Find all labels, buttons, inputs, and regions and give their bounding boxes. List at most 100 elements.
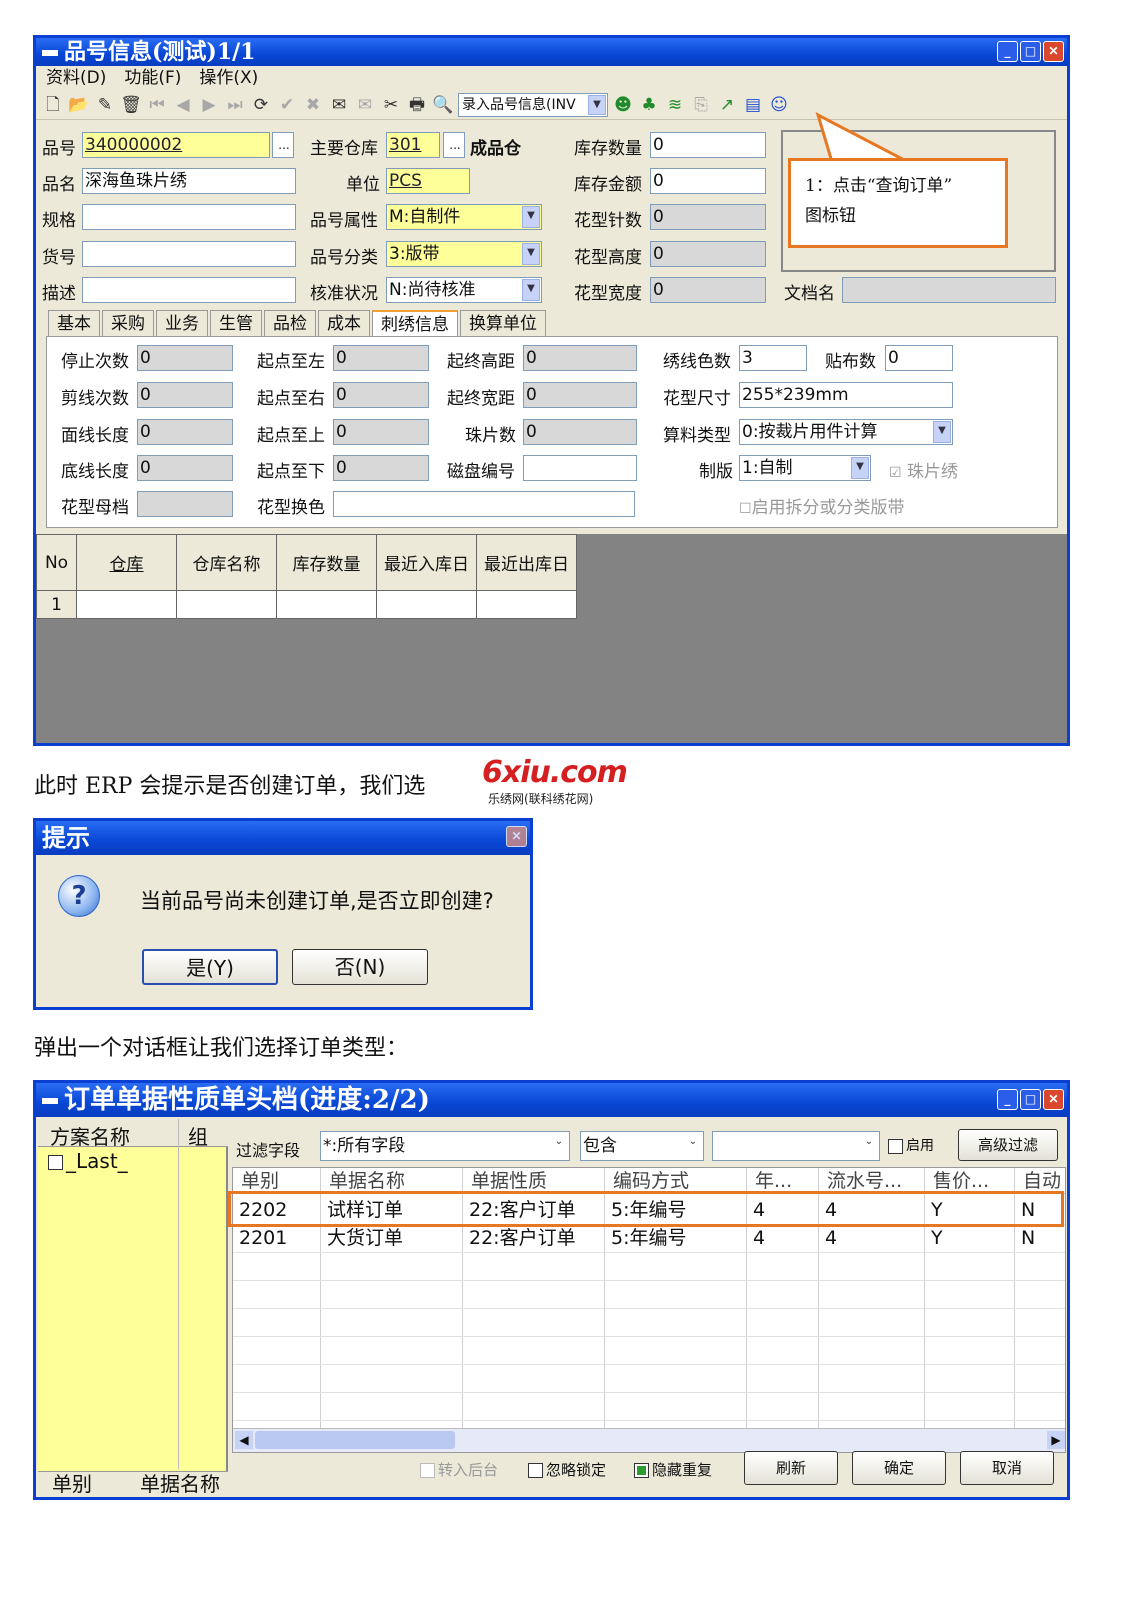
desc-field[interactable] — [82, 277, 296, 303]
scheme-item-last[interactable]: _Last_ — [48, 1149, 128, 1173]
table-cell[interactable]: 22:客户订单 — [463, 1224, 605, 1252]
checkbox[interactable] — [634, 1463, 649, 1478]
swap-color-field[interactable] — [333, 491, 635, 517]
preview-icon[interactable]: 🔍 — [432, 94, 454, 116]
start-down-field[interactable]: 0 — [333, 455, 429, 481]
window-menu-icon[interactable] — [42, 50, 58, 56]
tab-inspection[interactable]: 品检 — [264, 310, 316, 336]
attr-select[interactable]: M:自制件 ▼ — [386, 204, 542, 230]
structure-icon[interactable]: ♣ — [638, 94, 660, 116]
width-field[interactable]: 0 — [650, 277, 766, 303]
no-button[interactable]: 否(N) — [292, 949, 428, 985]
calc-select[interactable]: 0:按裁片用件计算 ▼ — [739, 419, 953, 445]
scheme-name-header[interactable]: 方案名称 — [50, 1121, 130, 1150]
cut-field[interactable]: 0 — [137, 382, 233, 408]
plate-select[interactable]: 1:自制 ▼ — [739, 455, 871, 481]
scroll-right-icon[interactable]: ▶ — [1047, 1431, 1065, 1449]
checkbox[interactable] — [888, 1138, 903, 1154]
warehouse-lookup-button[interactable]: ... — [443, 132, 465, 158]
background-checkbox[interactable]: 转入后台 — [420, 1459, 498, 1480]
table-cell[interactable]: 4 — [747, 1224, 819, 1252]
cancel-icon[interactable]: ✖ — [302, 94, 324, 116]
copy-icon[interactable]: ⎘ — [690, 94, 712, 116]
bottom-field[interactable]: 0 — [137, 455, 233, 481]
filter-value-select[interactable]: ⌄ — [712, 1131, 880, 1161]
tab-cost[interactable]: 成本 — [318, 310, 370, 336]
open-icon[interactable]: 📂 — [68, 94, 90, 116]
table-cell[interactable]: 4 — [819, 1224, 925, 1252]
wireless-icon[interactable]: ≋ — [664, 94, 686, 116]
program-select[interactable]: 录入品号信息(INV ▼ — [458, 92, 608, 117]
sequin-embroidery-checkbox[interactable]: ☑ 珠片绣 — [889, 457, 958, 482]
yes-button[interactable]: 是(Y) — [142, 949, 278, 985]
end-height-field[interactable]: 0 — [523, 345, 637, 371]
prev-record-icon[interactable]: ◀ — [172, 94, 194, 116]
patch-field[interactable]: 0 — [885, 345, 953, 371]
scroll-thumb[interactable] — [255, 1431, 455, 1449]
table-cell[interactable] — [176, 590, 277, 619]
height-field[interactable]: 0 — [650, 241, 766, 267]
delete-icon[interactable]: 🗑 — [120, 94, 142, 116]
col-stock-qty[interactable]: 库存数量 — [276, 534, 377, 591]
approve-select[interactable]: N:尚待核准 ▼ — [386, 277, 542, 303]
tab-purchase[interactable]: 采购 — [102, 310, 154, 336]
unit-field[interactable]: PCS — [386, 168, 470, 194]
close-button[interactable]: ✕ — [506, 826, 527, 847]
horizontal-scrollbar[interactable]: ◀ ▶ — [233, 1428, 1065, 1452]
split-checkbox[interactable]: ☐启用拆分或分类版带 — [739, 493, 905, 518]
menu-operation[interactable]: 操作(X) — [199, 66, 258, 90]
window-menu-icon[interactable] — [42, 1098, 58, 1104]
item-no-field[interactable]: 340000002 — [82, 132, 270, 158]
hide-duplicate-checkbox[interactable]: 隐藏重复 — [634, 1459, 712, 1480]
table-cell[interactable]: 大货订单 — [321, 1224, 463, 1252]
face-field[interactable]: 0 — [137, 419, 233, 445]
document-icon[interactable]: ▤ — [742, 94, 764, 116]
stock-qty-field[interactable]: 0 — [650, 132, 766, 158]
stock-amt-field[interactable]: 0 — [650, 168, 766, 194]
maximize-button[interactable]: □ — [1020, 1089, 1041, 1110]
table-cell[interactable] — [476, 590, 577, 619]
footer-doc-type[interactable]: 单别 — [52, 1468, 92, 1497]
category-select[interactable]: 3:版带 ▼ — [386, 241, 542, 267]
footer-doc-name[interactable]: 单据名称 — [140, 1468, 220, 1497]
tab-business[interactable]: 业务 — [156, 310, 208, 336]
col-warehouse[interactable]: 仓库 — [76, 534, 177, 591]
ignore-lock-checkbox[interactable]: 忽略锁定 — [528, 1459, 606, 1480]
col-warehouse-name[interactable]: 仓库名称 — [176, 534, 277, 591]
mother-field[interactable] — [137, 491, 233, 517]
edit-icon[interactable]: ✎ — [94, 94, 116, 116]
refresh-icon[interactable]: ⟳ — [250, 94, 272, 116]
table-cell[interactable] — [376, 590, 477, 619]
table-cell[interactable]: 5:年编号 — [605, 1224, 747, 1252]
print-icon[interactable]: 🖶 — [406, 94, 428, 116]
disk-field[interactable] — [523, 455, 637, 481]
menu-data[interactable]: 资料(D) — [46, 66, 106, 90]
scroll-left-icon[interactable]: ◀ — [235, 1431, 253, 1449]
start-up-field[interactable]: 0 — [333, 419, 429, 445]
tools-icon[interactable]: ✂ — [380, 94, 402, 116]
refresh-button[interactable]: 刷新 — [744, 1451, 838, 1485]
colors-field[interactable]: 3 — [739, 345, 807, 371]
col-last-in[interactable]: 最近入库日 — [376, 534, 477, 591]
checkbox[interactable] — [420, 1463, 435, 1478]
end-width-field[interactable]: 0 — [523, 382, 637, 408]
item-no-lookup-button[interactable]: ... — [272, 132, 294, 158]
col-last-out[interactable]: 最近出库日 — [476, 534, 577, 591]
query-icon[interactable]: ☻ — [612, 94, 634, 116]
confirm-icon[interactable]: ✔ — [276, 94, 298, 116]
stop-field[interactable]: 0 — [137, 345, 233, 371]
start-left-field[interactable]: 0 — [333, 345, 429, 371]
table-cell[interactable]: N — [1015, 1224, 1065, 1252]
table-cell[interactable]: 2201 — [233, 1224, 321, 1252]
tab-production[interactable]: 生管 — [210, 310, 262, 336]
approve-icon[interactable]: ✉ — [328, 94, 350, 116]
close-button[interactable]: ✕ — [1043, 1089, 1064, 1110]
last-record-icon[interactable]: ⏭ — [224, 94, 246, 116]
unapprove-icon[interactable]: ✉ — [354, 94, 376, 116]
spec-field[interactable] — [82, 204, 296, 230]
doc-field[interactable] — [842, 277, 1056, 303]
first-record-icon[interactable]: ⏮ — [146, 94, 168, 116]
next-record-icon[interactable]: ▶ — [198, 94, 220, 116]
filter-field-select[interactable]: *:所有字段 ⌄ — [320, 1131, 570, 1161]
group-header[interactable]: 组 — [188, 1121, 208, 1150]
